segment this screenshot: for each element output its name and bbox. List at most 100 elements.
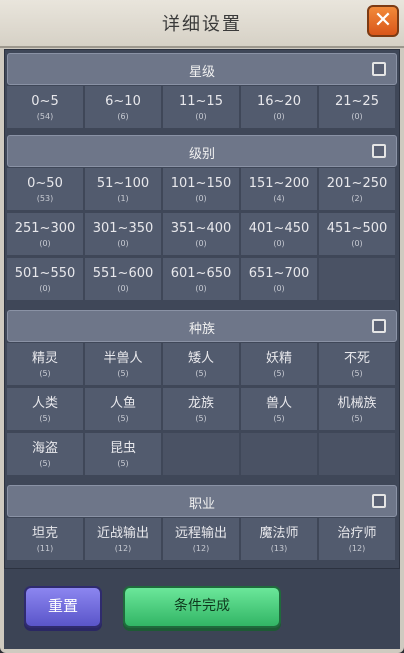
filter-option-star[interactable]: 11~15 (0) [163, 86, 240, 129]
option-label: 551~600 [92, 266, 154, 281]
filter-option-race[interactable]: 兽人 (5) [241, 388, 318, 431]
filter-option-job[interactable]: 近战输出 (12) [85, 518, 162, 561]
option-label: 351~400 [170, 221, 232, 236]
option-label: 0~5 [31, 94, 59, 109]
option-count: (2) [351, 194, 363, 203]
option-label: 治疗师 [337, 526, 377, 541]
option-count: (5) [351, 414, 363, 423]
filter-option-race[interactable]: 矮人 (5) [163, 343, 240, 386]
filter-option-race[interactable]: 半兽人 (5) [85, 343, 162, 386]
detail-settings-dialog: 详细设置 ✕ 星级 0~5 (54) 6~10 (6) 11~15 (0) 16~20 (0)… [0, 0, 404, 653]
star-select-all-checkbox[interactable] [372, 62, 386, 76]
filter-option-level[interactable]: 251~300 (0) [7, 213, 84, 256]
filter-option-race[interactable]: 昆虫 (5) [85, 433, 162, 476]
option-label: 451~500 [326, 221, 388, 236]
filter-option-level[interactable]: 401~450 (0) [241, 213, 318, 256]
filter-option-level[interactable]: 501~550 (0) [7, 258, 84, 301]
filter-option-star[interactable]: 21~25 (0) [319, 86, 396, 129]
section-header-level[interactable]: 级别 [7, 135, 397, 167]
option-label: 坦克 [31, 526, 58, 541]
option-count: (1) [117, 194, 129, 203]
filter-option-race[interactable]: 人类 (5) [7, 388, 84, 431]
option-count: (5) [39, 414, 51, 423]
filter-option-level[interactable]: 651~700 (0) [241, 258, 318, 301]
option-count: (0) [117, 284, 129, 293]
option-count: (5) [351, 369, 363, 378]
filter-list[interactable]: 星级 0~5 (54) 6~10 (6) 11~15 (0) 16~20 (0) 21~25 (0… [4, 49, 400, 569]
option-count: (5) [117, 414, 129, 423]
filter-option-job[interactable]: 远程输出 (12) [163, 518, 240, 561]
option-count: (0) [39, 284, 51, 293]
job-select-all-checkbox[interactable] [372, 494, 386, 508]
option-count: (4) [273, 194, 285, 203]
option-label: 301~350 [92, 221, 154, 236]
option-label: 501~550 [14, 266, 76, 281]
option-count: (5) [117, 459, 129, 468]
filter-option-level[interactable]: 551~600 (0) [85, 258, 162, 301]
filter-option-race[interactable]: 不死 (5) [319, 343, 396, 386]
filter-option-star[interactable]: 6~10 (6) [85, 86, 162, 129]
option-label: 机械族 [337, 396, 377, 411]
empty-cell [163, 433, 240, 476]
option-label: 魔法师 [259, 526, 299, 541]
filter-option-level[interactable]: 101~150 (0) [163, 168, 240, 211]
reset-button[interactable]: 重置 [24, 586, 102, 628]
close-button[interactable]: ✕ [367, 5, 399, 37]
filter-option-job[interactable]: 魔法师 (13) [241, 518, 318, 561]
option-count: (12) [192, 544, 210, 553]
filter-option-level[interactable]: 451~500 (0) [319, 213, 396, 256]
option-count: (5) [273, 414, 285, 423]
option-label: 51~100 [96, 176, 150, 191]
apply-filters-button[interactable]: 条件完成 [123, 586, 281, 628]
option-label: 矮人 [187, 351, 214, 366]
filter-option-job[interactable]: 坦克 (11) [7, 518, 84, 561]
option-count: (53) [36, 194, 54, 203]
filter-option-race[interactable]: 人鱼 (5) [85, 388, 162, 431]
option-label: 兽人 [265, 396, 292, 411]
option-label: 651~700 [248, 266, 310, 281]
filter-option-race[interactable]: 海盗 (5) [7, 433, 84, 476]
filter-option-level[interactable]: 151~200 (4) [241, 168, 318, 211]
filter-option-race[interactable]: 龙族 (5) [163, 388, 240, 431]
filter-option-race[interactable]: 机械族 (5) [319, 388, 396, 431]
filter-option-level[interactable]: 601~650 (0) [163, 258, 240, 301]
filter-option-level[interactable]: 201~250 (2) [319, 168, 396, 211]
option-count: (0) [195, 239, 207, 248]
filter-option-level[interactable]: 301~350 (0) [85, 213, 162, 256]
filter-option-level[interactable]: 351~400 (0) [163, 213, 240, 256]
section-header-star[interactable]: 星级 [7, 53, 397, 85]
option-count: (6) [117, 112, 129, 121]
option-count: (5) [195, 369, 207, 378]
race-select-all-checkbox[interactable] [372, 319, 386, 333]
option-label: 101~150 [170, 176, 232, 191]
option-label: 精灵 [31, 351, 58, 366]
option-count: (12) [348, 544, 366, 553]
section-header-job[interactable]: 职业 [7, 485, 397, 517]
option-count: (0) [195, 112, 207, 121]
option-label: 401~450 [248, 221, 310, 236]
filter-option-star[interactable]: 16~20 (0) [241, 86, 318, 129]
option-count: (11) [36, 544, 54, 553]
level-select-all-checkbox[interactable] [372, 144, 386, 158]
dialog-title: 详细设置 [162, 14, 242, 35]
section-title-star: 星级 [188, 65, 215, 80]
filter-option-level[interactable]: 51~100 (1) [85, 168, 162, 211]
filter-option-job[interactable]: 治疗师 (12) [319, 518, 396, 561]
option-label: 16~20 [257, 94, 301, 109]
empty-cell [319, 258, 396, 301]
option-count: (54) [36, 112, 54, 121]
option-label: 近战输出 [96, 526, 149, 541]
empty-cell [241, 433, 318, 476]
option-label: 远程输出 [174, 526, 227, 541]
filter-option-level[interactable]: 0~50 (53) [7, 168, 84, 211]
empty-cell [319, 433, 396, 476]
filter-option-race[interactable]: 妖精 (5) [241, 343, 318, 386]
section-header-race[interactable]: 种族 [7, 310, 397, 342]
option-count: (5) [117, 369, 129, 378]
option-label: 妖精 [265, 351, 292, 366]
option-count: (0) [195, 194, 207, 203]
option-label: 11~15 [179, 94, 223, 109]
filter-option-star[interactable]: 0~5 (54) [7, 86, 84, 129]
filter-option-race[interactable]: 精灵 (5) [7, 343, 84, 386]
option-label: 6~10 [105, 94, 141, 109]
